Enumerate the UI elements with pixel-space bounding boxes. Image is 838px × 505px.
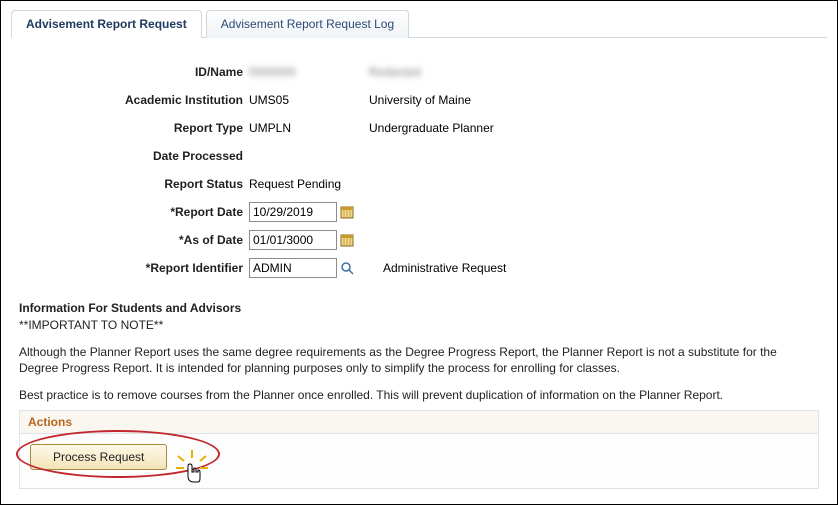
- value-id-code: 0000000: [249, 65, 369, 79]
- actions-heading: Actions: [20, 411, 818, 434]
- value-institution-code: UMS05: [249, 93, 369, 107]
- info-paragraph-1: Although the Planner Report uses the sam…: [19, 344, 819, 378]
- lookup-icon[interactable]: [339, 260, 355, 276]
- info-heading: Information For Students and Advisors: [19, 300, 819, 317]
- info-block: Information For Students and Advisors **…: [19, 300, 819, 404]
- calendar-icon[interactable]: [339, 204, 355, 220]
- label-report-status: Report Status: [51, 177, 249, 191]
- label-academic-institution: Academic Institution: [51, 93, 249, 107]
- input-as-of-date[interactable]: [249, 230, 337, 250]
- value-name-desc: Redacted: [369, 65, 669, 79]
- value-report-type-desc: Undergraduate Planner: [369, 121, 669, 135]
- cursor-overlay: [172, 448, 212, 501]
- label-as-of-date: *As of Date: [51, 233, 249, 247]
- label-report-type: Report Type: [51, 121, 249, 135]
- label-report-identifier: *Report Identifier: [51, 261, 249, 275]
- tab-row: Advisement Report Request Advisement Rep…: [11, 9, 827, 38]
- tab-advisement-report-request-log[interactable]: Advisement Report Request Log: [206, 10, 409, 38]
- label-date-processed: Date Processed: [51, 149, 249, 163]
- form-area: ID/Name 0000000 Redacted Academic Instit…: [51, 58, 827, 282]
- calendar-icon[interactable]: [339, 232, 355, 248]
- actions-box: Actions Process Request: [19, 410, 819, 489]
- input-report-identifier[interactable]: [249, 258, 337, 278]
- value-report-type-code: UMPLN: [249, 121, 369, 135]
- tab-advisement-report-request[interactable]: Advisement Report Request: [11, 10, 202, 38]
- process-request-button[interactable]: Process Request: [30, 444, 167, 470]
- info-paragraph-2: Best practice is to remove courses from …: [19, 387, 819, 404]
- value-report-status: Request Pending: [249, 177, 341, 191]
- info-subheading: **IMPORTANT TO NOTE**: [19, 317, 819, 334]
- value-institution-desc: University of Maine: [369, 93, 669, 107]
- value-report-identifier-desc: Administrative Request: [383, 261, 506, 275]
- label-report-date: *Report Date: [51, 205, 249, 219]
- label-id-name: ID/Name: [51, 65, 249, 79]
- input-report-date[interactable]: [249, 202, 337, 222]
